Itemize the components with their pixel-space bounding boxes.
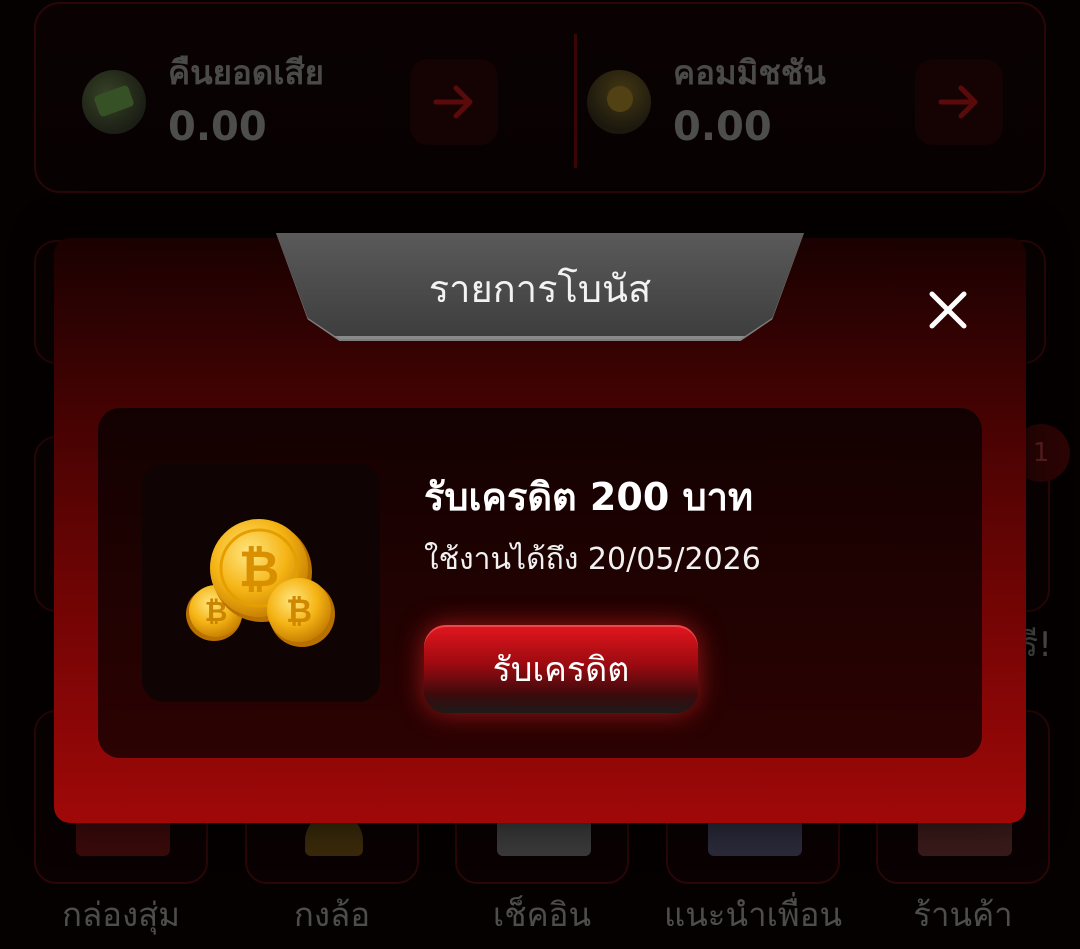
cashback-value: 0.00 — [168, 104, 267, 150]
bonus-image: ₿ ₿ ₿ — [142, 464, 380, 702]
menu-label-refer-friend: แนะนำเพื่อน — [663, 895, 843, 934]
commission-section: คอมมิชชัน 0.00 — [541, 4, 1041, 195]
modal-title: รายการโบนัส — [428, 267, 652, 311]
cashback-section: คืนยอดเสีย 0.00 — [36, 4, 536, 195]
close-button[interactable] — [920, 282, 976, 338]
commission-label: คอมมิชชัน — [673, 53, 826, 92]
cashback-label: คืนยอดเสีย — [168, 53, 324, 92]
bonus-title: รับเครดิต 200 บาท — [424, 475, 753, 519]
claim-credit-button[interactable]: รับเครดิต — [424, 625, 698, 713]
menu-label-random-box: กล่องสุ่ม — [61, 895, 181, 934]
bitcoin-coins-icon: ₿ ₿ ₿ — [186, 519, 335, 647]
bonus-expiry-date: ใช้งานได้ถึง 20/05/2026 — [424, 542, 761, 577]
menu-label-wheel: กงล้อ — [293, 895, 371, 934]
menu-label-checkin: เช็คอิน — [492, 895, 592, 934]
svg-text:₿: ₿ — [286, 592, 312, 630]
money-cycle-icon — [82, 70, 146, 134]
commission-value: 0.00 — [673, 104, 772, 150]
menu-label-shop: ร้านค้า — [913, 895, 1013, 934]
arrow-right-icon — [433, 85, 473, 119]
arrow-right-icon — [938, 85, 978, 119]
close-icon — [929, 291, 967, 329]
commission-arrow-button[interactable] — [915, 59, 1003, 145]
cashback-arrow-button[interactable] — [410, 59, 498, 145]
wallet-summary-card: คืนยอดเสีย 0.00 คอมมิชชัน 0.00 — [34, 2, 1046, 193]
coin-hand-icon — [587, 70, 651, 134]
svg-text:₿: ₿ — [239, 540, 280, 598]
